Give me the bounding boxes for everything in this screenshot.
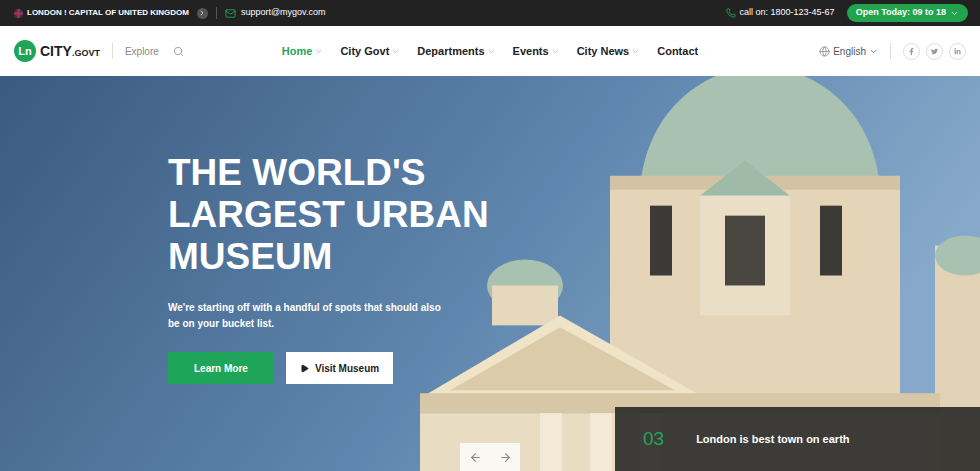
nav-bar: LnCITY.GOVT Explore Home City Govt Departmen… xyxy=(0,26,980,76)
page: LONDON ! CAPITAL OF UNITED KINGDOM suppor… xyxy=(0,0,980,471)
arrow-left-icon[interactable] xyxy=(469,451,482,464)
menu-item[interactable]: Departments xyxy=(417,43,495,60)
mail-icon xyxy=(225,8,236,19)
chevron-icon xyxy=(391,47,400,56)
chevron-icon xyxy=(487,47,496,56)
location-arrow-icon[interactable] xyxy=(197,8,208,19)
chevron-icon xyxy=(551,47,560,56)
slide-caption: London is best town on earth xyxy=(696,431,849,448)
menu-item[interactable]: Events xyxy=(513,43,560,60)
divider xyxy=(216,7,217,19)
search-icon[interactable] xyxy=(173,46,184,57)
logo[interactable]: LnCITY.GOVT xyxy=(14,40,100,62)
chevron-icon xyxy=(950,9,959,18)
arrow-right-icon[interactable] xyxy=(499,451,512,464)
linkedin-icon[interactable] xyxy=(949,43,966,60)
language-select[interactable]: English xyxy=(819,44,878,59)
email-link[interactable]: support@mygov.com xyxy=(241,6,326,20)
main-menu: Home City Govt Departments Events City News C… xyxy=(282,43,698,60)
hours-badge[interactable]: Open Today: 09 to 18 xyxy=(847,4,968,22)
search[interactable]: Explore xyxy=(125,44,184,59)
phone-icon xyxy=(726,8,736,18)
play-icon xyxy=(300,364,309,373)
uk-flag-icon xyxy=(14,9,23,18)
chevron-icon xyxy=(314,47,323,56)
phone-text: call on: 1800-123-45-67 xyxy=(740,6,835,20)
hero-subtitle: We're starting off with a handful of spo… xyxy=(168,300,448,332)
slide-number: 03 xyxy=(643,425,664,454)
visit-museum-button[interactable]: Visit Museum xyxy=(286,352,393,384)
chevron-icon xyxy=(631,47,640,56)
twitter-icon[interactable] xyxy=(926,43,943,60)
menu-item[interactable]: Contact xyxy=(657,43,698,60)
hero: THE WORLD'SLARGEST URBANMUSEUM We're star… xyxy=(0,76,980,471)
divider xyxy=(112,43,113,59)
hero-title: THE WORLD'SLARGEST URBANMUSEUM xyxy=(168,152,980,278)
learn-more-button[interactable]: Learn More xyxy=(168,352,274,384)
slider-arrows xyxy=(460,443,520,471)
chevron-icon xyxy=(869,47,878,56)
slide-caption-panel: 03 London is best town on earth xyxy=(615,407,980,471)
divider xyxy=(890,43,891,59)
facebook-icon[interactable] xyxy=(903,43,920,60)
top-bar: LONDON ! CAPITAL OF UNITED KINGDOM suppor… xyxy=(0,0,980,26)
location-text: LONDON ! CAPITAL OF UNITED KINGDOM xyxy=(27,7,189,19)
menu-item[interactable]: City Govt xyxy=(340,43,400,60)
globe-icon xyxy=(819,46,830,57)
menu-item[interactable]: Home xyxy=(282,43,324,60)
menu-item[interactable]: City News xyxy=(577,43,641,60)
